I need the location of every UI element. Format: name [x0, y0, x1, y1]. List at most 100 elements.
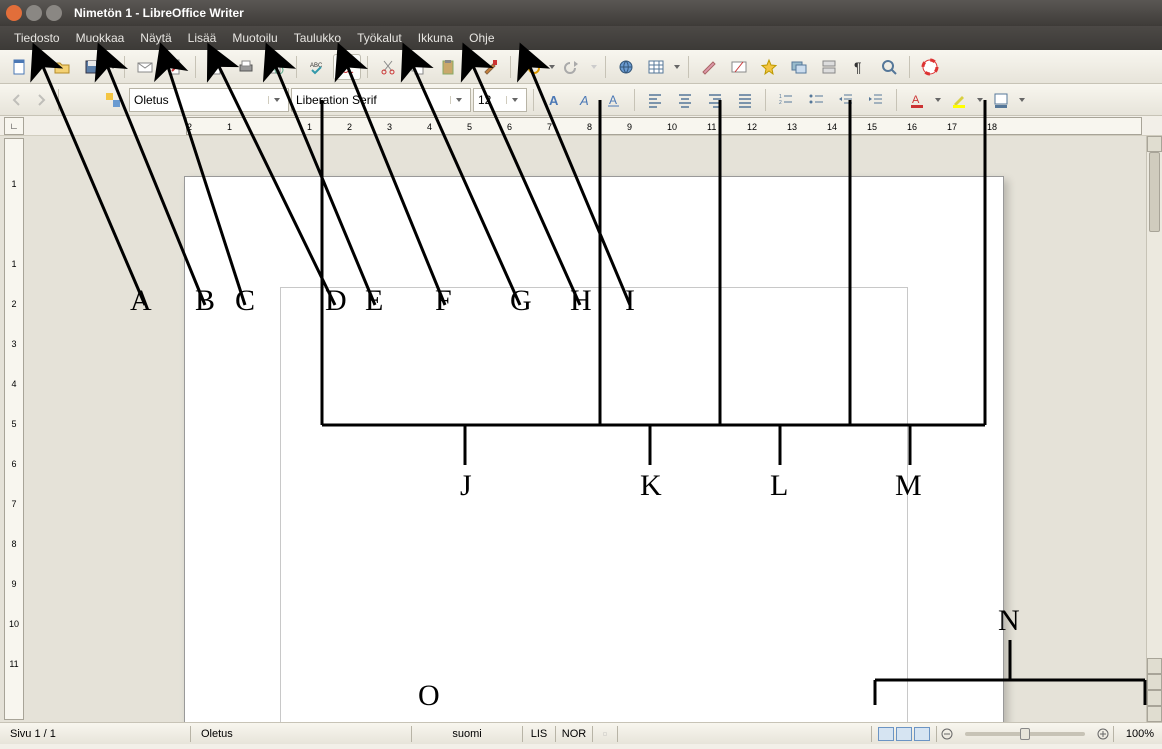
menu-tools[interactable]: Työkalut [349, 29, 410, 47]
page-up-button[interactable] [1147, 674, 1162, 690]
email-button[interactable] [131, 54, 159, 80]
export-pdf-button[interactable]: PDF [202, 54, 230, 80]
align-center-button[interactable] [671, 87, 699, 113]
print-preview-button[interactable] [262, 54, 290, 80]
underline-button[interactable]: A [600, 87, 628, 113]
status-style[interactable]: Oletus [191, 723, 411, 744]
view-multi-page[interactable] [896, 727, 912, 741]
highlight-button[interactable] [945, 87, 973, 113]
scroll-up-button[interactable] [1147, 136, 1162, 152]
find-button[interactable] [725, 54, 753, 80]
indent-increase-button[interactable] [862, 87, 890, 113]
menu-help[interactable]: Ohje [461, 29, 502, 47]
paste-dropdown[interactable] [464, 63, 474, 71]
redo-dropdown[interactable] [589, 63, 599, 71]
help-button[interactable] [916, 54, 944, 80]
fontsize-dropdown-icon[interactable] [506, 96, 522, 104]
align-justify-button[interactable] [731, 87, 759, 113]
align-right-button[interactable] [701, 87, 729, 113]
redo-button[interactable] [559, 54, 587, 80]
menu-insert[interactable]: Lisää [180, 29, 225, 47]
status-zoom[interactable]: 100% [1114, 723, 1162, 744]
fontsize-value: 12 [478, 93, 491, 107]
view-single-page[interactable] [878, 727, 894, 741]
font-dropdown-icon[interactable] [450, 96, 466, 104]
data-sources-button[interactable] [815, 54, 843, 80]
style-dropdown-icon[interactable] [268, 96, 284, 104]
window-close-button[interactable] [6, 5, 22, 21]
zoom-slider[interactable] [965, 732, 1085, 736]
zoom-out-button[interactable] [937, 723, 957, 744]
status-page[interactable]: Sivu 1 / 1 [0, 723, 190, 744]
ruler-corner[interactable]: ∟ [4, 117, 24, 135]
scroll-down-button[interactable] [1147, 658, 1162, 674]
nav-target-button[interactable] [1147, 690, 1162, 706]
menu-table[interactable]: Taulukko [286, 29, 349, 47]
new-button[interactable] [6, 54, 34, 80]
format-paint-button[interactable] [476, 54, 504, 80]
navigator-button[interactable] [755, 54, 783, 80]
new-dropdown[interactable] [36, 63, 46, 71]
hyperlink-button[interactable] [612, 54, 640, 80]
gallery-button[interactable] [785, 54, 813, 80]
titlebar: Nimetön 1 - LibreOffice Writer [0, 0, 1162, 26]
open-button[interactable] [48, 54, 76, 80]
window-maximize-button[interactable] [46, 5, 62, 21]
menu-format[interactable]: Muotoilu [224, 29, 285, 47]
bg-color-button[interactable] [987, 87, 1015, 113]
font-color-button[interactable]: A [903, 87, 931, 113]
menubar: Tiedosto Muokkaa Näytä Lisää Muotoilu Ta… [0, 26, 1162, 50]
svg-text:A: A [912, 94, 920, 106]
vertical-scrollbar[interactable] [1146, 136, 1162, 722]
cut-button[interactable] [374, 54, 402, 80]
window-minimize-button[interactable] [26, 5, 42, 21]
document-canvas[interactable] [24, 136, 1162, 722]
view-mode-buttons [872, 727, 936, 741]
view-book[interactable] [914, 727, 930, 741]
status-language[interactable]: suomi [412, 723, 522, 744]
undo-dropdown[interactable] [547, 63, 557, 71]
italic-button[interactable]: A [570, 87, 598, 113]
table-dropdown[interactable] [672, 63, 682, 71]
vertical-ruler[interactable]: 11234567891011 [4, 138, 24, 720]
menu-file[interactable]: Tiedosto [6, 29, 68, 47]
edit-doc-button[interactable] [161, 54, 189, 80]
style-combo[interactable]: Oletus [129, 88, 289, 112]
nav-back-button[interactable] [6, 89, 28, 111]
status-signature[interactable] [593, 723, 617, 744]
status-selection-mode[interactable]: NOR [556, 723, 592, 744]
nav-forward-button[interactable] [30, 89, 52, 111]
horizontal-ruler[interactable]: 21123456789101112131415161718 [186, 117, 1142, 135]
indent-decrease-button[interactable] [832, 87, 860, 113]
zoom-in-button[interactable] [1093, 723, 1113, 744]
zoom-button[interactable] [875, 54, 903, 80]
fontsize-combo[interactable]: 12 [473, 88, 527, 112]
menu-view[interactable]: Näytä [132, 29, 179, 47]
styles-button[interactable] [99, 87, 127, 113]
print-button[interactable] [232, 54, 260, 80]
status-insert-mode[interactable]: LIS [523, 723, 555, 744]
save-button[interactable] [78, 54, 106, 80]
bold-button[interactable]: A [540, 87, 568, 113]
auto-spellcheck-button[interactable]: ABC [333, 54, 361, 80]
font-combo[interactable]: Liberation Serif [291, 88, 471, 112]
scroll-thumb[interactable] [1149, 152, 1160, 232]
bg-color-dropdown[interactable] [1017, 96, 1027, 104]
save-dropdown[interactable] [108, 63, 118, 71]
align-left-button[interactable] [641, 87, 669, 113]
table-button[interactable] [642, 54, 670, 80]
spellcheck-button[interactable]: ABC [303, 54, 331, 80]
show-draw-button[interactable] [695, 54, 723, 80]
highlight-dropdown[interactable] [975, 96, 985, 104]
bullet-list-button[interactable] [802, 87, 830, 113]
menu-edit[interactable]: Muokkaa [68, 29, 133, 47]
page-down-button[interactable] [1147, 706, 1162, 722]
font-color-dropdown[interactable] [933, 96, 943, 104]
paste-button[interactable] [434, 54, 462, 80]
svg-text:A: A [579, 93, 589, 108]
numbered-list-button[interactable]: 12 [772, 87, 800, 113]
undo-button[interactable] [517, 54, 545, 80]
menu-window[interactable]: Ikkuna [410, 29, 461, 47]
copy-button[interactable] [404, 54, 432, 80]
nonprinting-button[interactable]: ¶ [845, 54, 873, 80]
